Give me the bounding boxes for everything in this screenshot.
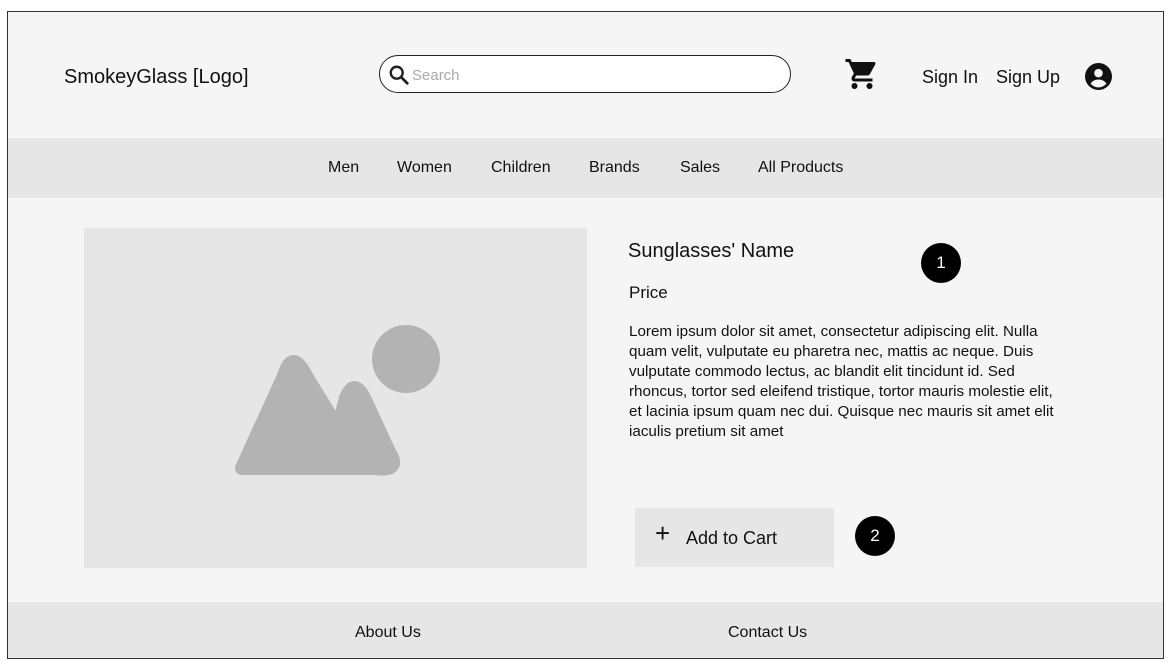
footer-link-about[interactable]: About Us bbox=[355, 624, 421, 642]
product-name: Sunglasses' Name bbox=[628, 240, 795, 262]
nav-item-all-products[interactable]: All Products bbox=[758, 159, 843, 177]
product-image bbox=[84, 228, 587, 568]
annotation-badge-2: 2 bbox=[855, 516, 895, 556]
account-circle-icon[interactable] bbox=[1085, 63, 1112, 90]
main-nav: Men Women Children Brands Sales All Prod… bbox=[8, 138, 1163, 198]
nav-item-brands[interactable]: Brands bbox=[589, 159, 640, 177]
footer-link-contact[interactable]: Contact Us bbox=[728, 624, 807, 642]
page-frame: SmokeyGlass [Logo] Sign In Sign Up Men W… bbox=[7, 11, 1164, 659]
nav-item-women[interactable]: Women bbox=[397, 159, 452, 177]
nav-item-men[interactable]: Men bbox=[328, 159, 359, 177]
search-input[interactable] bbox=[410, 62, 774, 88]
nav-item-sales[interactable]: Sales bbox=[680, 159, 720, 177]
footer: About Us Contact Us bbox=[8, 602, 1163, 658]
add-to-cart-label: Add to Cart bbox=[686, 528, 778, 548]
search-bar[interactable] bbox=[379, 55, 791, 93]
annotation-badge-1: 1 bbox=[921, 243, 961, 283]
image-placeholder-icon bbox=[235, 325, 440, 476]
plus-icon: + bbox=[655, 518, 671, 548]
header: SmokeyGlass [Logo] Sign In Sign Up bbox=[8, 12, 1163, 138]
search-icon[interactable] bbox=[388, 64, 410, 86]
sign-up-link[interactable]: Sign Up bbox=[996, 67, 1060, 88]
sign-in-link[interactable]: Sign In bbox=[922, 67, 978, 88]
nav-item-children[interactable]: Children bbox=[491, 159, 551, 177]
product-price: Price bbox=[629, 283, 668, 302]
add-to-cart-button[interactable]: + Add to Cart bbox=[635, 508, 834, 567]
shopping-cart-icon[interactable] bbox=[844, 56, 880, 92]
product-description: Lorem ipsum dolor sit amet, consectetur … bbox=[629, 323, 1054, 440]
logo[interactable]: SmokeyGlass [Logo] bbox=[64, 66, 249, 89]
